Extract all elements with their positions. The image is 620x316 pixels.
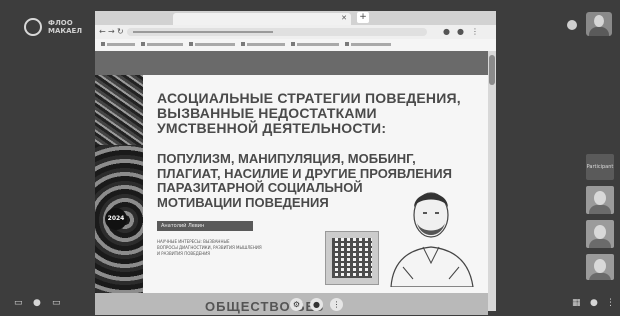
speaker-portrait bbox=[390, 192, 474, 287]
logo-text: ФЛОО МАКАЕЛ bbox=[48, 19, 82, 35]
bookmark-icon bbox=[101, 42, 105, 46]
qr-code bbox=[325, 231, 379, 285]
participant-face bbox=[594, 225, 606, 239]
settings-icon[interactable]: ● bbox=[590, 298, 598, 308]
bookmark-item[interactable] bbox=[107, 43, 135, 46]
logo-line-1: ФЛОО bbox=[48, 19, 73, 27]
description-line: И РАЗВИТИЯ ПОВЕДЕНИЯ bbox=[157, 251, 211, 256]
extension-icon[interactable]: ● bbox=[443, 27, 450, 36]
bookmark-item[interactable] bbox=[147, 43, 183, 46]
avatar-body bbox=[589, 27, 609, 36]
browser-tab[interactable]: ✕ bbox=[173, 13, 351, 25]
bookmark-item[interactable] bbox=[351, 43, 391, 46]
participant-body bbox=[589, 205, 611, 214]
year-badge: 2024 bbox=[105, 208, 127, 230]
avatar-face bbox=[594, 15, 604, 27]
participant-video-tile[interactable] bbox=[586, 254, 614, 280]
bookmark-item[interactable] bbox=[195, 43, 235, 46]
participant-body bbox=[589, 239, 611, 248]
browser-address-bar: ← → ↻ ● ● ⋮ bbox=[95, 25, 496, 39]
participant-face bbox=[594, 259, 606, 273]
presentation-slide: 2024 АСОЦИАЛЬНЫЕ СТРАТЕГИИ ПОВЕДЕНИЯ, ВЫ… bbox=[95, 75, 488, 315]
shared-screen: ✕ + ← → ↻ ● ● ⋮ 2024 АСОЦИАЛЬНЫЕ СТРАТЕГ… bbox=[95, 11, 496, 315]
slide-title-line: АСОЦИАЛЬНЫЕ СТРАТЕГИИ ПОВЕДЕНИЯ, bbox=[157, 90, 461, 106]
bookmark-icon bbox=[291, 42, 295, 46]
self-video-thumbnail[interactable] bbox=[586, 12, 612, 36]
slide-title-line: УМСТВЕННОЙ ДЕЯТЕЛЬНОСТИ: bbox=[157, 120, 387, 136]
forward-icon[interactable]: → bbox=[108, 27, 115, 36]
scrollbar-thumb[interactable] bbox=[489, 55, 495, 85]
screen-share-icon[interactable]: ▭ bbox=[14, 298, 23, 308]
decorative-spiral-art bbox=[95, 75, 143, 293]
bookmark-item[interactable] bbox=[297, 43, 339, 46]
url-text-blur bbox=[133, 31, 273, 33]
browser-tab-bar: ✕ + bbox=[95, 11, 496, 25]
status-dot-icon bbox=[567, 20, 577, 30]
bookmark-icon bbox=[141, 42, 145, 46]
menu-icon[interactable]: ⋮ bbox=[471, 27, 479, 36]
profile-icon[interactable]: ● bbox=[457, 27, 464, 36]
close-tab-icon[interactable]: ✕ bbox=[341, 14, 347, 22]
slide-title: АСОЦИАЛЬНЫЕ СТРАТЕГИИ ПОВЕДЕНИЯ, ВЫЗВАНН… bbox=[157, 91, 487, 136]
bookmark-icon bbox=[241, 42, 245, 46]
participant-video-tile[interactable] bbox=[586, 186, 614, 214]
hand-raise-icon[interactable]: ● bbox=[310, 298, 323, 311]
new-tab-icon[interactable]: + bbox=[357, 12, 369, 23]
participant-video-tile[interactable] bbox=[586, 220, 614, 248]
url-field[interactable] bbox=[127, 28, 427, 36]
camera-icon[interactable]: ▭ bbox=[52, 298, 61, 308]
center-controls: ⚙ ● ⋮ bbox=[288, 298, 348, 316]
grid-view-icon[interactable]: ▦ bbox=[572, 298, 581, 308]
reaction-button-icon[interactable]: ⚙ bbox=[290, 298, 303, 311]
logo-ring-icon bbox=[24, 18, 42, 36]
bookmark-item[interactable] bbox=[247, 43, 285, 46]
slide-subtitle-line: ПОПУЛИЗМ, МАНИПУЛЯЦИЯ, МОББИНГ, bbox=[157, 151, 416, 166]
participant-body bbox=[589, 273, 611, 280]
bookmark-icon bbox=[189, 42, 193, 46]
qr-code-pattern bbox=[332, 238, 372, 278]
participant-tile-label[interactable]: Participant bbox=[586, 154, 614, 180]
page-header-strip bbox=[95, 51, 488, 75]
logo-line-2: МАКАЕЛ bbox=[48, 27, 83, 35]
page-scrollbar[interactable] bbox=[488, 51, 496, 311]
back-icon[interactable]: ← bbox=[99, 27, 106, 36]
chat-icon[interactable]: ⋮ bbox=[330, 298, 343, 311]
participant-face bbox=[594, 191, 606, 205]
author-description: НАУЧНЫЕ ИНТЕРЕСЫ: ВЫЗВАННЫЕ ВОПРОСЫ ДИАГ… bbox=[157, 239, 287, 257]
slide-title-line: ВЫЗВАННЫЕ НЕДОСТАТКАМИ bbox=[157, 105, 377, 121]
mic-icon[interactable]: ● bbox=[33, 298, 41, 308]
author-label: Анатолий Левин bbox=[157, 221, 253, 231]
bookmark-icon bbox=[345, 42, 349, 46]
decorative-leaf-art bbox=[95, 75, 143, 145]
more-options-icon[interactable]: ⋮ bbox=[606, 298, 615, 308]
app-logo: ФЛОО МАКАЕЛ bbox=[24, 18, 84, 40]
reload-icon[interactable]: ↻ bbox=[117, 27, 124, 36]
